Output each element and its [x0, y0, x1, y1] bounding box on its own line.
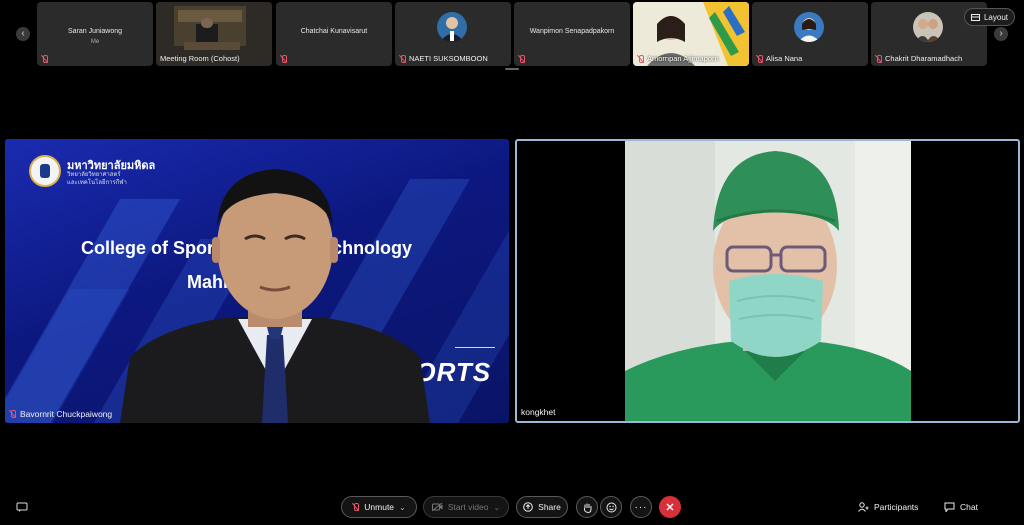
participants-button[interactable]: Participants	[858, 498, 918, 516]
chevron-left-icon[interactable]: ‹	[16, 27, 30, 41]
chat-button[interactable]: Chat	[944, 498, 978, 516]
share-button[interactable]: Share	[516, 496, 568, 518]
participant-tile[interactable]: Saran Juniawong Me	[37, 2, 153, 66]
university-logo	[29, 155, 61, 187]
emoji-icon	[606, 502, 616, 512]
share-label: Share	[538, 502, 561, 512]
captions-button[interactable]	[16, 498, 28, 516]
participant-label: kongkhet	[521, 407, 556, 417]
more-options-button[interactable]: ···	[630, 496, 652, 518]
layout-label: Layout	[983, 12, 1009, 22]
participant-label: Meeting Room (Cohost)	[160, 54, 240, 63]
participant-sub: Me	[90, 39, 100, 45]
participant-tile[interactable]: Chatchai Kunavisarut	[276, 2, 392, 66]
presenter-video	[120, 169, 430, 423]
participant-tile[interactable]: Wanpimon Senapadpakorn	[514, 2, 630, 66]
participant-tile[interactable]: Amornpan Ajjimaporn	[633, 2, 749, 66]
mic-muted-icon	[41, 55, 48, 63]
avatar	[913, 12, 943, 42]
reactions-button[interactable]	[600, 496, 622, 518]
chevron-down-icon[interactable]: ⌄	[399, 503, 406, 512]
mic-muted-icon	[352, 503, 360, 511]
participant-name: kongkhet	[521, 407, 556, 417]
participant-label: NAETI SUKSOMBOON	[399, 54, 488, 63]
strip-resize-handle[interactable]	[505, 68, 519, 70]
layout-button[interactable]: Layout	[964, 8, 1015, 26]
chevron-right-icon[interactable]: ›	[994, 27, 1008, 41]
participant-label: Chakrit Dharamadhach	[875, 54, 962, 63]
chevron-down-icon[interactable]: ⌄	[493, 503, 500, 512]
participant-name: Saran Juniawong	[67, 28, 123, 35]
participant-label: Bavornrit Chuckpaiwong	[9, 409, 112, 419]
participants-icon	[858, 502, 869, 512]
participant-tile[interactable]: Meeting Room (Cohost)	[156, 2, 272, 66]
faculty-name: วิทยาลัยวิทยาศาสตร์ และเทคโนโลยีการกีฬา	[67, 171, 127, 187]
participant-name: Chatchai Kunavisarut	[300, 28, 368, 35]
mic-muted-icon	[518, 55, 525, 63]
participant-name: Meeting Room (Cohost)	[160, 54, 240, 63]
mic-muted-icon	[875, 54, 882, 63]
participant-tile[interactable]: Alisa Nana	[752, 2, 868, 66]
video-off-icon	[431, 503, 443, 511]
participant-name: Bavornrit Chuckpaiwong	[20, 409, 113, 419]
unmute-label: Unmute	[364, 502, 395, 512]
participant-label	[518, 55, 525, 63]
more-icon: ···	[634, 501, 648, 513]
faculty-line-1: วิทยาลัยวิทยาศาสตร์	[67, 172, 121, 178]
avatar	[437, 12, 467, 42]
layout-icon	[970, 13, 980, 21]
mic-muted-icon	[637, 54, 644, 63]
raise-hand-button[interactable]	[576, 496, 598, 518]
slide-divider	[455, 347, 495, 348]
participant-name: Alisa Nana	[766, 54, 803, 63]
participant-label: Amornpan Ajjimaporn	[637, 54, 719, 63]
participant-name: NAETI SUKSOMBOON	[409, 54, 488, 63]
participant-tile[interactable]: NAETI SUKSOMBOON	[395, 2, 511, 66]
participant-name: Chakrit Dharamadhach	[885, 54, 963, 63]
mic-muted-icon	[9, 410, 16, 418]
chat-label: Chat	[960, 502, 978, 512]
participant-name: Amornpan Ajjimaporn	[647, 54, 719, 63]
faculty-line-2: และเทคโนโลยีการกีฬา	[67, 180, 127, 186]
participant-label	[41, 55, 48, 63]
video-panel-presenter[interactable]: มหาวิทยาลัยมหิดล วิทยาลัยวิทยาศาสตร์ และ…	[5, 139, 509, 423]
raise-hand-icon	[583, 503, 591, 513]
participants-label: Participants	[874, 502, 919, 512]
mic-muted-icon	[756, 54, 763, 63]
close-icon: ✕	[665, 501, 675, 514]
participant-name: Wanpimon Senapadpakorn	[529, 28, 615, 35]
speaker-video	[625, 141, 911, 421]
share-icon	[523, 502, 533, 512]
start-video-button[interactable]: Start video ⌄	[423, 496, 509, 518]
start-video-label: Start video	[447, 502, 489, 512]
unmute-button[interactable]: Unmute ⌄	[341, 496, 417, 518]
video-panel-active-speaker[interactable]: kongkhet	[515, 139, 1020, 423]
chat-icon	[944, 502, 955, 512]
leave-meeting-button[interactable]: ✕	[659, 496, 681, 518]
captions-icon	[16, 502, 28, 512]
participant-label: Alisa Nana	[756, 54, 802, 63]
mic-muted-icon	[280, 55, 287, 63]
participant-label	[280, 55, 287, 63]
mic-muted-icon	[399, 54, 406, 63]
avatar	[794, 12, 824, 42]
